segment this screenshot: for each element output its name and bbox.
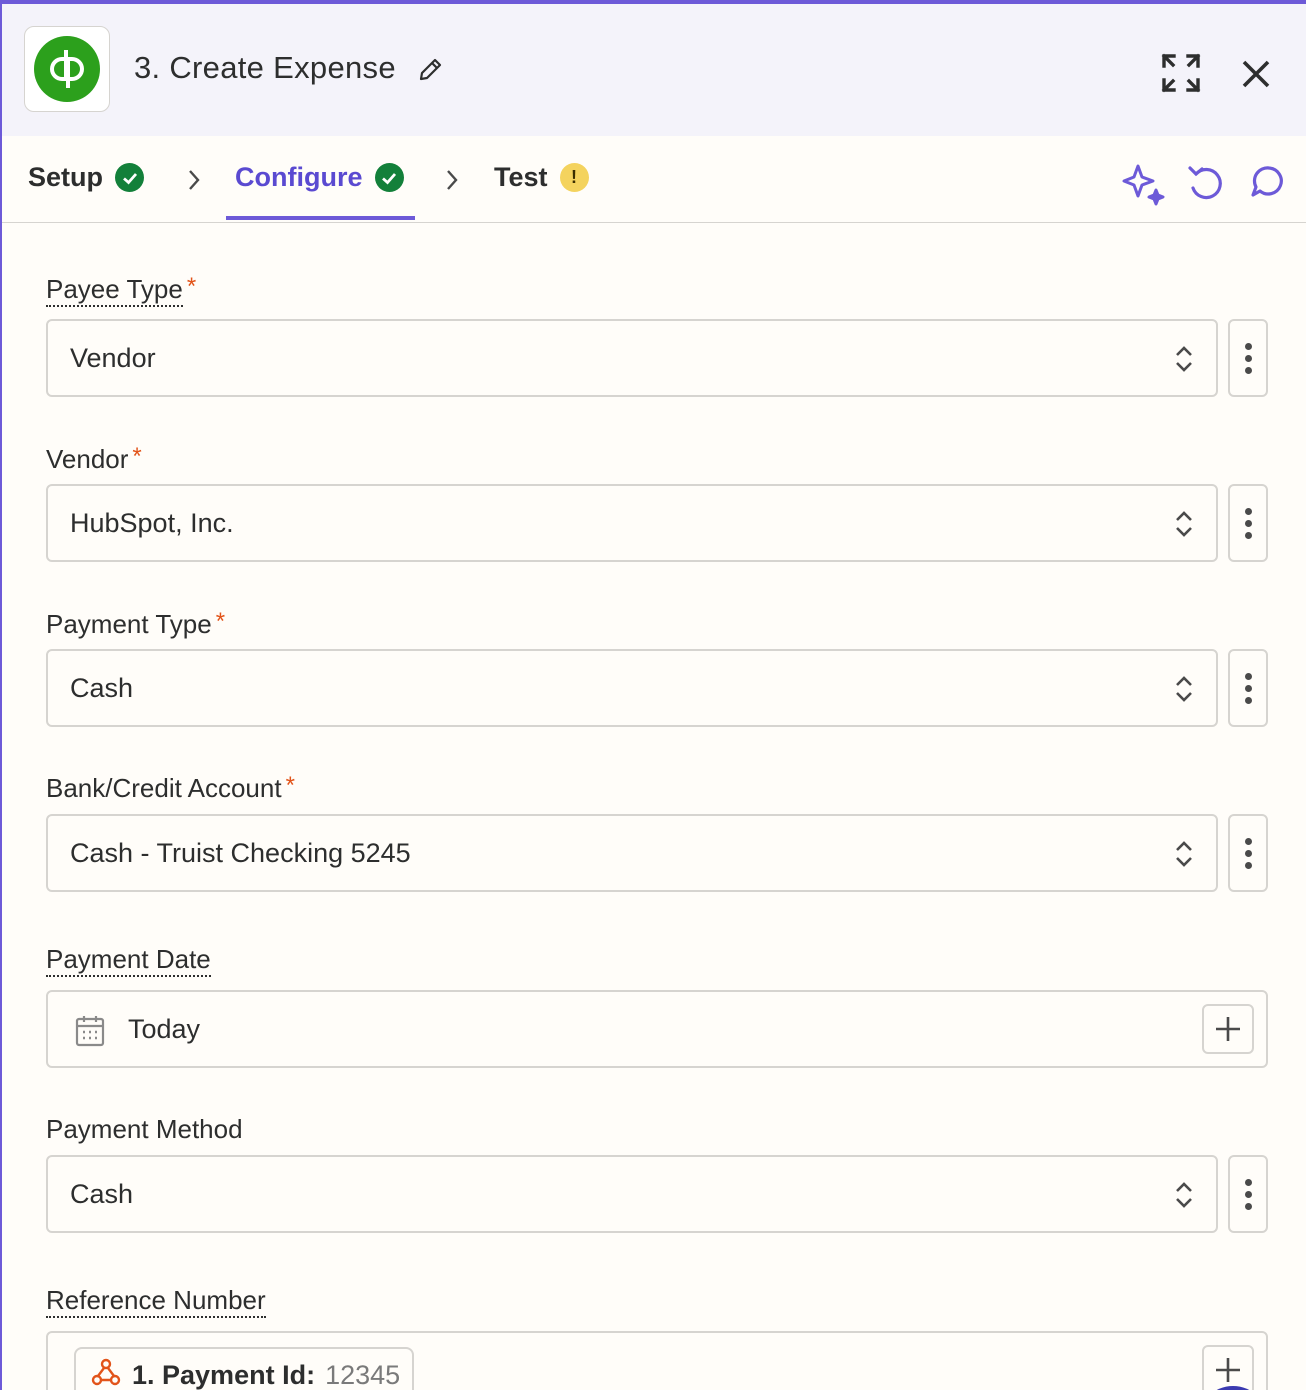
required-marker: * — [132, 443, 142, 470]
payee-type-label: Payee Type * — [46, 273, 197, 307]
payment-method-select[interactable]: Cash — [46, 1155, 1218, 1233]
select-value: Vendor — [70, 343, 156, 373]
payee-type-options-button[interactable] — [1228, 319, 1268, 397]
mapped-field-pill[interactable]: 1. Payment Id: 12345 — [74, 1347, 415, 1390]
reference-number-input[interactable]: 1. Payment Id: 12345 — [46, 1331, 1268, 1390]
warning-icon: ! — [559, 163, 589, 192]
active-tab-indicator — [226, 216, 415, 220]
vendor-select[interactable]: HubSpot, Inc. — [46, 484, 1218, 562]
close-icon[interactable] — [1238, 56, 1274, 97]
tab-label: Configure — [235, 162, 363, 192]
vendor-label: Vendor * — [46, 443, 142, 474]
tab-configure[interactable]: Configure — [235, 162, 404, 193]
chevron-up-down-icon — [1174, 508, 1194, 545]
pill-field-value: 12345 — [325, 1359, 401, 1390]
insert-data-button[interactable] — [1202, 1004, 1254, 1054]
tab-setup[interactable]: Setup — [28, 162, 145, 193]
insert-data-button[interactable] — [1202, 1345, 1254, 1390]
payment-type-options-button[interactable] — [1228, 649, 1268, 727]
webhook-icon — [90, 1356, 122, 1390]
undo-icon[interactable] — [1186, 162, 1226, 209]
payment-date-input[interactable]: Today — [46, 990, 1268, 1068]
chevron-up-down-icon — [1174, 1179, 1194, 1216]
page-title: 3. Create Expense — [134, 50, 396, 85]
tab-label: Setup — [28, 162, 104, 192]
payment-method-label: Payment Method — [46, 1114, 243, 1144]
quickbooks-icon — [34, 36, 100, 102]
payment-type-select[interactable]: Cash — [46, 649, 1218, 727]
quickbooks-logo — [24, 26, 110, 112]
pencil-icon[interactable] — [416, 56, 444, 89]
bank-account-options-button[interactable] — [1228, 814, 1268, 892]
check-circle-icon — [374, 163, 404, 192]
required-marker: * — [285, 772, 295, 799]
payee-type-select[interactable]: Vendor — [46, 319, 1218, 397]
panel-header: 3. Create Expense — [2, 4, 1306, 136]
comment-icon[interactable] — [1248, 162, 1288, 209]
select-value: Cash — [70, 1179, 134, 1209]
tab-label: Test — [494, 162, 548, 192]
chevron-right-icon — [184, 168, 204, 197]
vendor-options-button[interactable] — [1228, 484, 1268, 562]
calendar-icon — [74, 1014, 106, 1053]
payment-date-label: Payment Date — [46, 944, 211, 977]
step-editor-panel: 3. Create Expense Setup Configure Test !… — [0, 0, 1306, 1390]
chevron-up-down-icon — [1174, 838, 1194, 875]
payment-method-options-button[interactable] — [1228, 1155, 1268, 1233]
select-value: HubSpot, Inc. — [70, 508, 234, 538]
bank-account-select[interactable]: Cash - Truist Checking 5245 — [46, 814, 1218, 892]
payment-date-value: Today — [128, 1014, 201, 1044]
step-tabs: Setup Configure Test ! — [2, 136, 1306, 223]
pill-field-name: 1. Payment Id: — [132, 1359, 316, 1390]
ai-sparkle-icon[interactable] — [1122, 162, 1166, 211]
required-marker: * — [186, 273, 197, 300]
reference-number-label: Reference Number — [46, 1285, 266, 1318]
chevron-up-down-icon — [1174, 673, 1194, 710]
tab-test[interactable]: Test ! — [494, 162, 589, 193]
required-marker: * — [215, 608, 226, 635]
select-value: Cash - Truist Checking 5245 — [70, 838, 411, 868]
expand-icon[interactable] — [1158, 50, 1204, 101]
check-circle-icon — [115, 163, 145, 192]
select-value: Cash — [70, 673, 134, 703]
chevron-up-down-icon — [1174, 343, 1194, 380]
chevron-right-icon — [442, 168, 462, 197]
payment-type-label: Payment Type * — [46, 608, 226, 639]
bank-account-label: Bank/Credit Account * — [46, 772, 295, 803]
